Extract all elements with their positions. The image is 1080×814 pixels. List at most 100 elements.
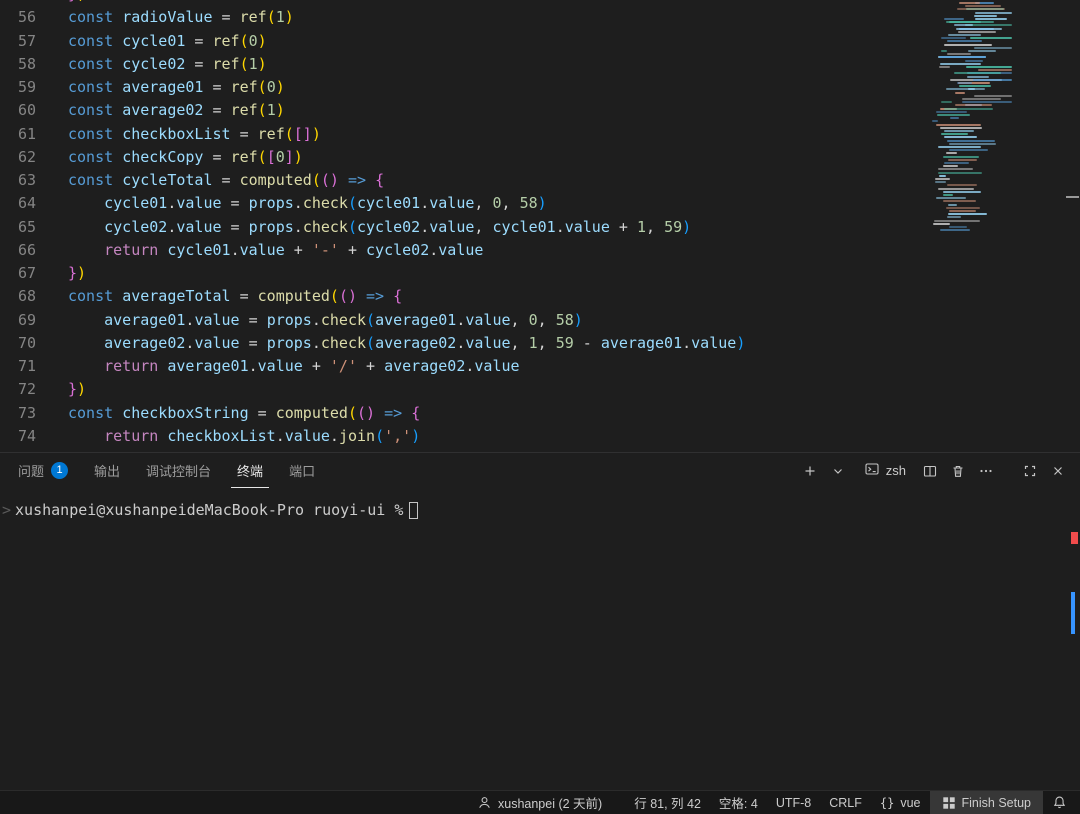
line-number[interactable]: 59 — [0, 76, 36, 99]
code-text: const cycleTotal = computed(() => { — [36, 169, 384, 192]
code-line[interactable]: 58const cycle02 = ref(1) — [0, 53, 745, 76]
panel-tab-ports[interactable]: 端口 — [283, 453, 321, 488]
code-line[interactable]: 69 average01.value = props.check(average… — [0, 309, 745, 332]
minimap-line — [959, 85, 991, 87]
status-language-mode[interactable]: {} vue — [871, 791, 930, 814]
minimap-line — [933, 223, 950, 225]
line-number[interactable]: 62 — [0, 146, 36, 169]
code-line[interactable]: 73const checkboxString = computed(() => … — [0, 402, 745, 425]
terminal-prompt-line[interactable]: > xushanpei@xushanpeideMacBook-Pro ruoyi… — [8, 501, 1080, 519]
minimap-line — [962, 98, 1001, 100]
split-terminal-button[interactable] — [918, 459, 942, 483]
minimap-line — [938, 146, 981, 148]
minimap-line — [940, 229, 969, 231]
maximize-icon — [1022, 463, 1038, 479]
terminal-view[interactable]: > xushanpei@xushanpeideMacBook-Pro ruoyi… — [0, 488, 1080, 790]
line-number[interactable]: 69 — [0, 309, 36, 332]
minimap-line — [941, 101, 952, 103]
panel-tab-bar: 问题1 输出调试控制台 终端 端口 zsh — [0, 453, 1080, 488]
line-number[interactable]: 64 — [0, 192, 36, 215]
line-number[interactable]: 57 — [0, 30, 36, 53]
line-number[interactable]: 63 — [0, 169, 36, 192]
account-icon — [477, 795, 492, 810]
chevron-down-icon — [830, 463, 846, 479]
status-bar: xushanpei (2 天前) 行 81, 列 42 空格: 4 UTF-8 … — [0, 790, 1080, 814]
code-text: const checkCopy = ref([0]) — [36, 146, 303, 169]
minimap-line — [968, 50, 997, 52]
line-number[interactable]: 72 — [0, 378, 36, 401]
panel-tab-terminal[interactable]: 终端 — [231, 453, 269, 488]
minimap-line — [946, 88, 985, 90]
panel-tab-label: 终端 — [237, 461, 263, 480]
line-number[interactable]: 67 — [0, 262, 36, 285]
code-line[interactable]: 62const checkCopy = ref([0]) — [0, 146, 745, 169]
code-line[interactable]: 65 cycle02.value = props.check(cycle02.v… — [0, 216, 745, 239]
code-line[interactable]: 56const radioValue = ref(1) — [0, 6, 745, 29]
code-line[interactable]: 74 return checkboxList.value.join(',') — [0, 425, 745, 448]
terminal-overview-red-mark — [1071, 532, 1078, 544]
terminal-prompt: xushanpei@xushanpeideMacBook-Pro ruoyi-u… — [15, 501, 403, 519]
kill-terminal-button[interactable] — [946, 459, 970, 483]
minimap-line — [973, 79, 1012, 81]
code-line[interactable]: 68const averageTotal = computed(() => { — [0, 285, 745, 308]
status-encoding[interactable]: UTF-8 — [767, 791, 820, 814]
panel-tab-problems[interactable]: 问题1 — [12, 453, 74, 488]
new-terminal-button[interactable] — [798, 459, 822, 483]
code-line[interactable]: 66 return cycle01.value + '-' + cycle02.… — [0, 239, 745, 262]
minimap-line — [965, 5, 1000, 7]
minimap-line — [957, 82, 972, 84]
line-number[interactable]: 73 — [0, 402, 36, 425]
code-text: average01.value = props.check(average01.… — [36, 309, 583, 332]
line-number[interactable]: 61 — [0, 123, 36, 146]
overview-ruler-mark — [1066, 196, 1079, 198]
status-account[interactable]: xushanpei (2 天前) — [468, 791, 611, 814]
code-line[interactable]: 67}) — [0, 262, 745, 285]
code-line[interactable]: 72}) — [0, 378, 745, 401]
code-line[interactable]: 59const average01 = ref(0) — [0, 76, 745, 99]
line-number[interactable]: 74 — [0, 425, 36, 448]
line-number[interactable]: 66 — [0, 239, 36, 262]
code-editor[interactable]: 55})56const radioValue = ref(1)57const c… — [0, 0, 1080, 452]
code-lines[interactable]: 55})56const radioValue = ref(1)57const c… — [0, 0, 745, 448]
terminal-instance-selector[interactable]: zsh — [864, 461, 906, 480]
minimap-line — [941, 37, 966, 39]
minimap-line — [955, 104, 992, 106]
line-number[interactable]: 71 — [0, 355, 36, 378]
terminal-profile-dropdown[interactable] — [826, 459, 850, 483]
line-number[interactable]: 70 — [0, 332, 36, 355]
status-cursor-position[interactable]: 行 81, 列 42 — [625, 791, 710, 814]
status-eol[interactable]: CRLF — [820, 791, 871, 814]
status-finish-setup[interactable]: Finish Setup — [930, 791, 1043, 814]
minimap-line — [949, 143, 996, 145]
terminal-icon — [864, 461, 880, 480]
line-number[interactable]: 68 — [0, 285, 36, 308]
code-line[interactable]: 64 cycle01.value = props.check(cycle01.v… — [0, 192, 745, 215]
line-number[interactable]: 65 — [0, 216, 36, 239]
close-panel-button[interactable] — [1046, 459, 1070, 483]
minimap[interactable] — [930, 0, 1014, 250]
code-line[interactable]: 57const cycle01 = ref(0) — [0, 30, 745, 53]
panel-actions: zsh — [798, 453, 1070, 488]
minimap-line — [947, 140, 995, 142]
shell-name: zsh — [886, 463, 906, 478]
line-number[interactable]: 56 — [0, 6, 36, 29]
panel-tab-output[interactable]: 输出 — [88, 453, 126, 488]
code-line[interactable]: 70 average02.value = props.check(average… — [0, 332, 745, 355]
more-actions-button[interactable] — [974, 459, 998, 483]
minimap-line — [974, 15, 997, 17]
code-text: const checkboxString = computed(() => { — [36, 402, 420, 425]
code-line[interactable]: 61const checkboxList = ref([]) — [0, 123, 745, 146]
panel-tab-debug-console[interactable]: 调试控制台 — [140, 453, 217, 488]
minimap-line — [975, 18, 1007, 20]
code-text: return cycle01.value + '-' + cycle02.val… — [36, 239, 483, 262]
maximize-panel-button[interactable] — [1018, 459, 1042, 483]
line-number[interactable]: 60 — [0, 99, 36, 122]
code-line[interactable]: 71 return average01.value + '/' + averag… — [0, 355, 745, 378]
code-line[interactable]: 60const average02 = ref(1) — [0, 99, 745, 122]
status-notifications[interactable] — [1043, 791, 1076, 814]
terminal-scrollbar-thumb[interactable] — [1071, 592, 1075, 634]
code-line[interactable]: 63const cycleTotal = computed(() => { — [0, 169, 745, 192]
status-indentation[interactable]: 空格: 4 — [710, 791, 767, 814]
code-text: const cycle01 = ref(0) — [36, 30, 267, 53]
line-number[interactable]: 58 — [0, 53, 36, 76]
